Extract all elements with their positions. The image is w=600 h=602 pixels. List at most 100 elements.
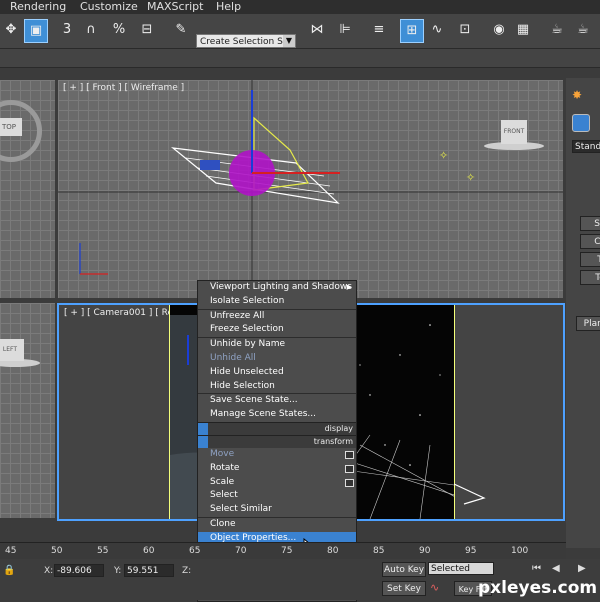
percent-snap-icon[interactable]: % [108,19,130,41]
edit-named-selection-icon[interactable]: ✎ [170,19,192,41]
viewcube-top[interactable]: TOP [0,118,22,136]
menu-maxscript[interactable]: MAXScript [147,0,203,13]
menu-item-label: Clone [210,518,236,529]
mirror-icon[interactable]: ⋈ [306,19,328,41]
geometry-icon[interactable] [572,114,590,132]
menu-rendering[interactable]: Rendering [10,0,66,13]
menu-item-manage-scene-states[interactable]: Manage Scene States... [198,408,356,422]
viewcube-left[interactable]: LEFT [0,339,24,361]
menu-item-label: Freeze Selection [210,324,284,335]
menu-customize[interactable]: Customize [80,0,138,13]
menu-item-save-scene-state[interactable]: Save Scene State... [198,393,356,408]
scene-explorer-icon[interactable]: ⊞ [400,19,424,43]
timeline-tick-label: 75 [281,546,293,556]
align-icon[interactable]: ⊫ [334,19,356,41]
render-frame-icon[interactable]: ☕ [546,19,568,41]
select-object-icon[interactable]: ▣ [24,19,48,43]
cylinder-button[interactable]: Cy [580,234,600,249]
menu-item-unfreeze-all[interactable]: Unfreeze All [198,308,356,324]
named-selection-set-dropdown[interactable]: Create Selection Se ▼ [196,34,296,48]
material-editor-icon[interactable]: ◉ [488,19,510,41]
settings-box-icon[interactable] [345,464,354,473]
previous-frame-icon[interactable]: ◀ [552,563,560,574]
create-tab-icon[interactable]: ✸ [572,88,582,102]
menu-item-hide-selection[interactable]: Hide Selection [198,380,356,394]
menu-item-label: Unhide All [210,352,256,363]
menu-item-unhide-all[interactable]: Unhide All [198,352,356,366]
timeline-tick-label: 65 [189,546,201,556]
lock-icon[interactable]: 🔒 [3,565,15,576]
timeline-tick-label: 95 [465,546,477,556]
settings-box-icon[interactable] [345,478,354,487]
timeline-tick-label: 50 [51,546,63,556]
set-key-button[interactable]: Set Key [382,581,426,596]
menu-item-isolate-selection[interactable]: Isolate Selection [198,295,356,309]
curve-editor-icon[interactable]: ∿ [426,19,448,41]
menu-item-viewport-lighting-and-shadows[interactable]: Viewport Lighting and Shadows ▶ [198,281,356,295]
timeline-tick-label: 100 [511,546,529,556]
menu-item-freeze-selection[interactable]: Freeze Selection [198,323,356,337]
menu-item-unhide-by-name[interactable]: Unhide by Name [198,337,356,352]
schematic-view-icon[interactable]: ⊡ [454,19,476,41]
submenu-arrow-icon: ▶ [346,283,352,291]
watermark: pxleyes.com [478,578,598,598]
menu-item-label: Select [210,490,238,501]
x-label: X: [44,566,54,576]
render-setup-icon[interactable]: ▦ [512,19,534,41]
y-coordinate-field[interactable]: 59.551 [124,564,174,577]
render-production-icon[interactable]: ☕ [572,19,594,41]
menu-item-move[interactable]: Move [198,448,356,462]
timeline-tick-label: 60 [143,546,155,556]
torus-button[interactable]: T [580,252,600,267]
timeline-tick-label: 70 [235,546,247,556]
curve-icon: ∿ [430,581,440,594]
auto-key-button[interactable]: Auto Key [382,562,426,577]
viewport-front[interactable]: [ + ] [ Front ] [ Wireframe ] ✧ ✧ FRONT [58,80,563,298]
viewport-left[interactable]: LEFT [0,303,55,518]
menu-item-rotate[interactable]: Rotate [198,462,356,476]
teapot-button[interactable]: Te [580,270,600,285]
settings-box-icon[interactable] [345,450,354,459]
angle-snap-icon[interactable]: ∩ [80,19,102,41]
menu-item-label: Hide Unselected [210,366,284,377]
layer-manager-icon[interactable]: ≡ [368,19,390,41]
menu-item-label: Unfreeze All [210,310,265,321]
sphere-button[interactable]: Sp [580,216,600,231]
svg-text:✧: ✧ [439,149,448,162]
svg-text:✧: ✧ [466,171,475,184]
menu-item-select-similar[interactable]: Select Similar [198,503,356,517]
main-toolbar: ✥ ▣ 3 ∩ % ⊟ ✎ Create Selection Se ▼ ⋈ ⊫ … [0,14,600,49]
snap-3d-icon[interactable]: 3 [56,19,78,41]
timeline-tick-label: 85 [373,546,385,556]
timeline-tick-label: 80 [327,546,339,556]
object-type-dropdown[interactable]: Stand [572,140,600,153]
timeline[interactable]: 45 50 55 60 65 70 75 80 85 90 95 100 [0,542,566,559]
menu-item-clone[interactable]: Clone [198,516,356,532]
menu-item-scale[interactable]: Scale [198,476,356,490]
y-label: Y: [114,566,122,576]
menu-item-select[interactable]: Select [198,489,356,503]
timeline-tick-label: 90 [419,546,431,556]
viewport-top[interactable]: TOP [0,80,55,298]
menu-item-label: Rotate [210,462,240,473]
plane-button[interactable]: Plane [576,316,600,331]
quad-display-header: display [198,421,356,435]
quad-transform-header: transform [198,434,356,448]
go-to-start-icon[interactable]: ⏮ [532,563,541,574]
menu-item-label: Hide Selection [210,380,275,391]
menu-item-label: Move [210,448,235,459]
ribbon-strip [0,49,600,68]
play-icon[interactable]: ▶ [578,563,586,574]
key-mode-dropdown[interactable]: Selected [428,562,494,575]
menu-bar: Rendering Customize MAXScript Help [0,0,600,14]
menu-item-label: Select Similar [210,504,272,515]
menu-item-label: Save Scene State... [210,395,298,406]
menu-help[interactable]: Help [216,0,241,13]
viewcube-front[interactable]: FRONT [501,120,527,144]
z-label: Z: [182,566,192,576]
timeline-tick-label: 55 [97,546,109,556]
menu-item-hide-unselected[interactable]: Hide Unselected [198,366,356,380]
move-icon[interactable]: ✥ [0,19,22,41]
spinner-snap-icon[interactable]: ⊟ [136,19,158,41]
x-coordinate-field[interactable]: -89.606 [54,564,104,577]
